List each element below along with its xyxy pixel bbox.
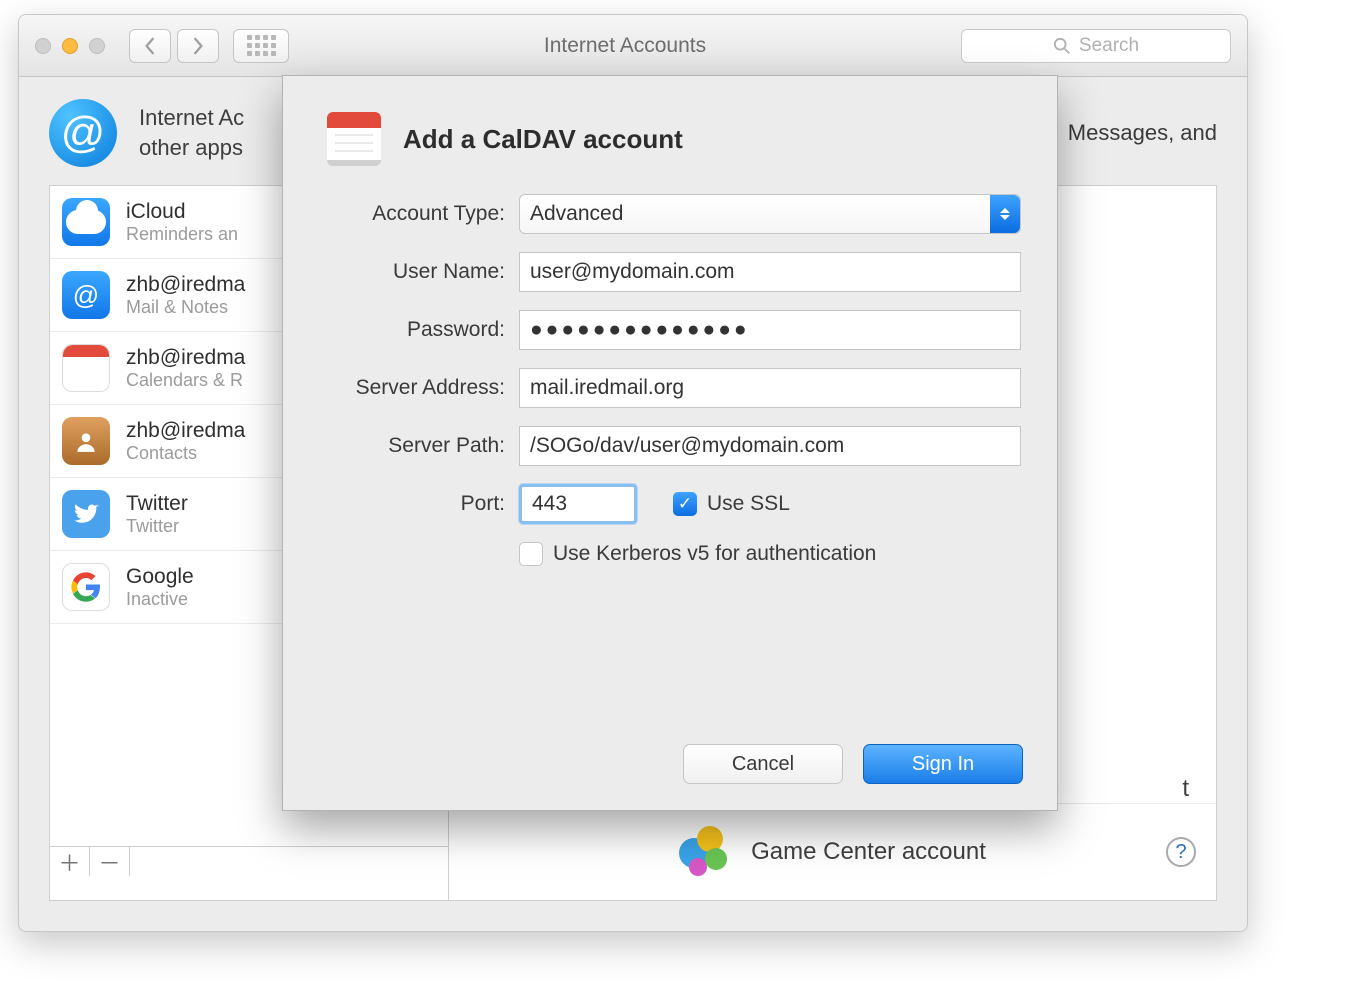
gamecenter-row[interactable]: Game Center account ? bbox=[449, 803, 1216, 900]
close-window-button[interactable] bbox=[35, 38, 51, 54]
gamecenter-label: Game Center account bbox=[751, 838, 986, 866]
window-title: Internet Accounts bbox=[289, 34, 961, 58]
password-label: Password: bbox=[319, 318, 505, 342]
show-all-button[interactable] bbox=[233, 29, 289, 63]
grid-icon bbox=[247, 35, 276, 56]
desc-right-fragment: Messages, and bbox=[1068, 120, 1217, 146]
twitter-icon bbox=[62, 490, 110, 538]
account-type-label: Account Type: bbox=[319, 202, 505, 226]
password-input[interactable]: ●●●●●●●●●●●●●● bbox=[519, 310, 1021, 350]
server-path-label: Server Path: bbox=[319, 434, 505, 458]
use-kerberos-checkbox[interactable] bbox=[519, 542, 543, 566]
google-icon bbox=[62, 563, 110, 611]
minimize-window-button[interactable] bbox=[62, 38, 78, 54]
dialog-title: Add a CalDAV account bbox=[403, 124, 683, 155]
zoom-window-button[interactable] bbox=[89, 38, 105, 54]
sidebar-footer: ＋ － bbox=[50, 846, 448, 876]
back-button[interactable] bbox=[129, 29, 171, 63]
contacts-icon bbox=[62, 417, 110, 465]
icloud-icon bbox=[62, 198, 110, 246]
calendar-icon bbox=[327, 112, 381, 166]
user-name-label: User Name: bbox=[319, 260, 505, 284]
remove-account-button[interactable]: － bbox=[90, 847, 130, 876]
port-input[interactable]: 443 bbox=[519, 484, 637, 524]
calendar-icon bbox=[62, 344, 110, 392]
dialog-footer: Cancel Sign In bbox=[683, 744, 1023, 784]
account-type-select[interactable]: Advanced bbox=[519, 194, 1021, 234]
user-name-input[interactable]: user@mydomain.com bbox=[519, 252, 1021, 292]
port-label: Port: bbox=[319, 492, 505, 516]
at-icon: @ bbox=[62, 271, 110, 319]
gamecenter-icon bbox=[679, 826, 731, 878]
search-field[interactable]: Search bbox=[961, 29, 1231, 63]
use-ssl-checkbox[interactable]: ✓ bbox=[673, 492, 697, 516]
server-address-label: Server Address: bbox=[319, 376, 505, 400]
preferences-window: Internet Accounts Search @ Internet Ac o… bbox=[18, 14, 1248, 932]
cancel-button[interactable]: Cancel bbox=[683, 744, 843, 784]
desc-line1: Internet Ac bbox=[139, 105, 244, 130]
forward-button[interactable] bbox=[177, 29, 219, 63]
search-placeholder: Search bbox=[1079, 35, 1139, 57]
internet-accounts-icon: @ bbox=[49, 99, 117, 167]
add-caldav-dialog: Add a CalDAV account Account Type: Advan… bbox=[282, 75, 1058, 811]
server-path-input[interactable]: /SOGo/dav/user@mydomain.com bbox=[519, 426, 1021, 466]
use-kerberos-label: Use Kerberos v5 for authentication bbox=[553, 542, 876, 566]
sign-in-button[interactable]: Sign In bbox=[863, 744, 1023, 784]
add-account-button[interactable]: ＋ bbox=[50, 847, 90, 876]
traffic-lights bbox=[35, 38, 105, 54]
desc-line2: other apps bbox=[139, 135, 243, 160]
server-address-input[interactable]: mail.iredmail.org bbox=[519, 368, 1021, 408]
search-icon bbox=[1053, 37, 1071, 55]
use-ssl-label: Use SSL bbox=[707, 492, 790, 516]
titlebar: Internet Accounts Search bbox=[19, 15, 1247, 77]
caldav-form: Account Type: Advanced User Name: user@m… bbox=[283, 194, 1057, 566]
obscured-text-fragment: t bbox=[1182, 775, 1189, 803]
help-button[interactable]: ? bbox=[1166, 837, 1196, 867]
chevron-updown-icon bbox=[990, 195, 1020, 233]
